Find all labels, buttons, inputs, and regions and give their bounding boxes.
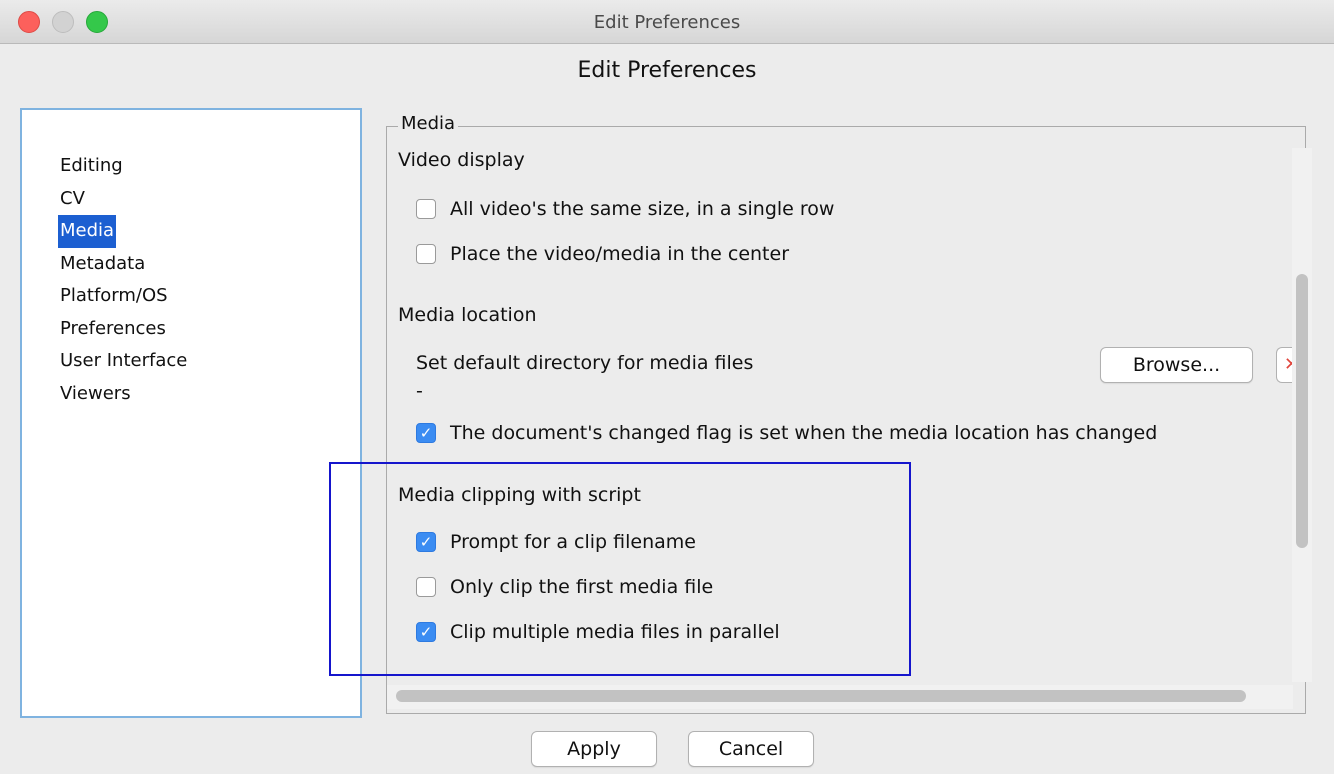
vertical-scrollbar-thumb[interactable] xyxy=(1296,274,1308,548)
center-video-label: Place the video/media in the center xyxy=(450,243,790,265)
same-size-option[interactable]: All video's the same size, in a single r… xyxy=(416,196,834,222)
video-display-title: Video display xyxy=(398,149,525,171)
checkmark-icon: ✓ xyxy=(419,622,433,641)
nav-item-cv[interactable]: CV xyxy=(58,183,87,216)
browse-button[interactable]: Browse... xyxy=(1100,347,1253,383)
changed-flag-option[interactable]: ✓ The document's changed flag is set whe… xyxy=(416,420,1157,446)
prompt-clip-filename-checkbox[interactable]: ✓ xyxy=(416,532,436,552)
nav-item-platform-os[interactable]: Platform/OS xyxy=(58,280,170,313)
window-titlebar: Edit Preferences xyxy=(0,0,1334,44)
same-size-label: All video's the same size, in a single r… xyxy=(450,198,835,220)
clip-parallel-label: Clip multiple media files in parallel xyxy=(450,621,780,643)
changed-flag-checkbox[interactable]: ✓ xyxy=(416,423,436,443)
cancel-button[interactable]: Cancel xyxy=(688,731,814,767)
panel-legend: Media xyxy=(398,113,459,134)
changed-flag-label: The document's changed flag is set when … xyxy=(450,422,1158,444)
nav-item-metadata[interactable]: Metadata xyxy=(58,248,147,281)
media-clipping-title: Media clipping with script xyxy=(398,484,641,506)
nav-item-media[interactable]: Media xyxy=(58,215,117,248)
clip-parallel-checkbox[interactable]: ✓ xyxy=(416,622,436,642)
nav-item-editing[interactable]: Editing xyxy=(58,150,125,183)
nav-item-viewers[interactable]: Viewers xyxy=(58,378,133,411)
dialog-heading: Edit Preferences xyxy=(577,58,757,83)
clip-parallel-option[interactable]: ✓ Clip multiple media files in parallel xyxy=(416,619,780,645)
checkmark-icon: ✓ xyxy=(419,532,433,551)
center-video-option[interactable]: Place the video/media in the center xyxy=(416,241,789,267)
prompt-clip-filename-option[interactable]: ✓ Prompt for a clip filename xyxy=(416,529,696,555)
default-directory-label: Set default directory for media files xyxy=(416,352,754,374)
window-title: Edit Preferences xyxy=(593,12,741,33)
default-directory-value: - xyxy=(416,380,423,402)
prompt-clip-filename-label: Prompt for a clip filename xyxy=(450,531,696,553)
media-location-title: Media location xyxy=(398,304,537,326)
nav-item-user-interface[interactable]: User Interface xyxy=(58,345,189,378)
nav-item-preferences[interactable]: Preferences xyxy=(58,313,168,346)
preferences-category-list: Editing CV Media Metadata Platform/OS Pr… xyxy=(20,108,362,718)
clip-first-media-option[interactable]: Only clip the first media file xyxy=(416,574,713,600)
clip-first-media-checkbox[interactable] xyxy=(416,577,436,597)
center-video-checkbox[interactable] xyxy=(416,244,436,264)
apply-button[interactable]: Apply xyxy=(531,731,657,767)
same-size-checkbox[interactable] xyxy=(416,199,436,219)
checkmark-icon: ✓ xyxy=(419,423,433,442)
horizontal-scrollbar-thumb[interactable] xyxy=(396,690,1246,702)
clip-first-media-label: Only clip the first media file xyxy=(450,576,714,598)
